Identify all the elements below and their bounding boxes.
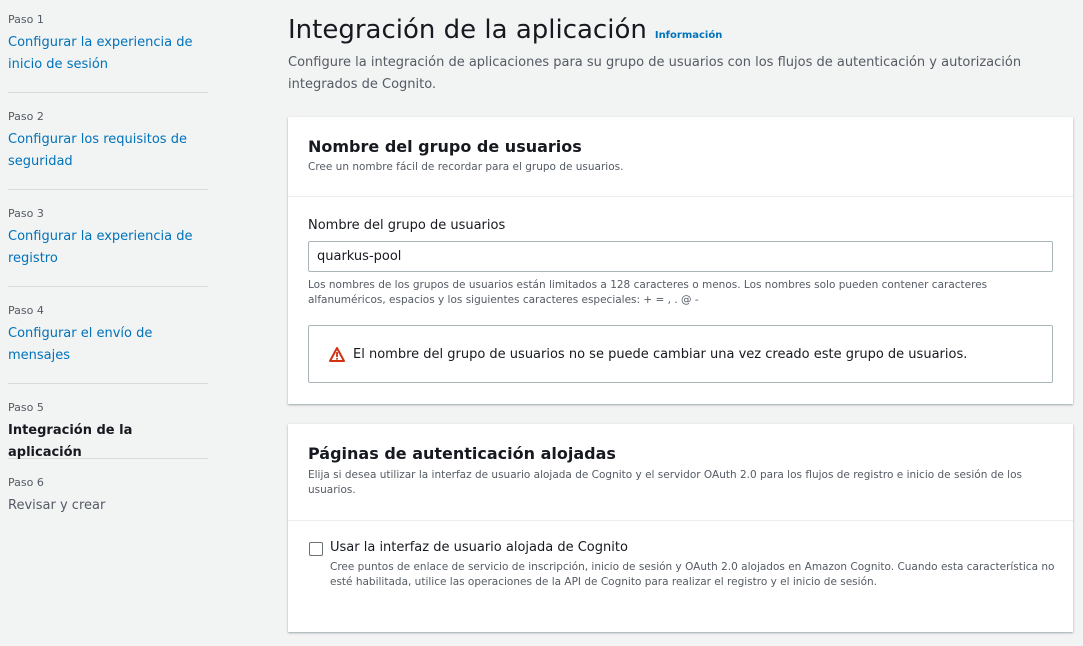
use-hosted-ui-label[interactable]: Usar la interfaz de usuario alojada de C… [330, 540, 628, 555]
step-number: Paso 3 [8, 207, 44, 220]
hosted-ui-panel: Páginas de autenticación alojadas Elija … [288, 424, 1073, 632]
step-link-sign-up-experience[interactable]: Configurar la experiencia de registro [8, 226, 198, 270]
wizard-step-4: Paso 4 Configurar el envío de mensajes [8, 287, 208, 384]
step-number: Paso 2 [8, 110, 44, 123]
step-pending-review-create: Revisar y crear [8, 498, 106, 513]
page-header: Integración de la aplicación Información [288, 13, 722, 47]
panel-subtitle: Elija si desea utilizar la interfaz de u… [308, 469, 1022, 496]
step-number: Paso 6 [8, 476, 44, 489]
warning-alert: El nombre del grupo de usuarios no se pu… [308, 325, 1053, 383]
user-pool-name-input[interactable] [308, 241, 1053, 272]
step-number: Paso 4 [8, 304, 44, 317]
panel-header: Nombre del grupo de usuarios Cree un nom… [288, 117, 1073, 197]
page-title: Integración de la aplicación [288, 15, 647, 45]
step-link-security-requirements[interactable]: Configurar los requisitos de seguridad [8, 129, 198, 173]
info-link[interactable]: Información [655, 30, 723, 41]
step-current-app-integration: Integración de la aplicación [8, 423, 133, 460]
wizard-steps-nav: Paso 1 Configurar la experiencia de inic… [8, 0, 208, 517]
wizard-step-2: Paso 2 Configurar los requisitos de segu… [8, 93, 208, 190]
user-pool-name-label: Nombre del grupo de usuarios [308, 218, 506, 233]
panel-title: Nombre del grupo de usuarios [308, 137, 582, 156]
warning-text: El nombre del grupo de usuarios no se pu… [353, 346, 968, 362]
step-number: Paso 5 [8, 401, 44, 414]
wizard-step-1: Paso 1 Configurar la experiencia de inic… [8, 0, 208, 93]
user-pool-name-panel: Nombre del grupo de usuarios Cree un nom… [288, 117, 1073, 404]
panel-title: Páginas de autenticación alojadas [308, 444, 616, 463]
app-layout: Paso 1 Configurar la experiencia de inic… [0, 0, 1083, 646]
panel-subtitle: Cree un nombre fácil de recordar para el… [308, 161, 624, 173]
step-link-message-delivery[interactable]: Configurar el envío de mensajes [8, 323, 178, 367]
warning-icon [329, 346, 345, 362]
wizard-step-5: Paso 5 Integración de la aplicación [8, 384, 208, 460]
use-hosted-ui-description: Cree puntos de enlace de servicio de ins… [330, 561, 1055, 588]
use-hosted-ui-checkbox[interactable] [309, 542, 323, 556]
user-pool-name-hint: Los nombres de los grupos de usuarios es… [308, 279, 988, 306]
step-link-sign-in-experience[interactable]: Configurar la experiencia de inicio de s… [8, 32, 198, 76]
page-description: Configure la integración de aplicaciones… [288, 55, 1022, 92]
panel-header: Páginas de autenticación alojadas Elija … [288, 424, 1073, 521]
wizard-step-6: Paso 6 Revisar y crear [8, 459, 208, 517]
wizard-step-3: Paso 3 Configurar la experiencia de regi… [8, 190, 208, 287]
step-number: Paso 1 [8, 13, 44, 26]
